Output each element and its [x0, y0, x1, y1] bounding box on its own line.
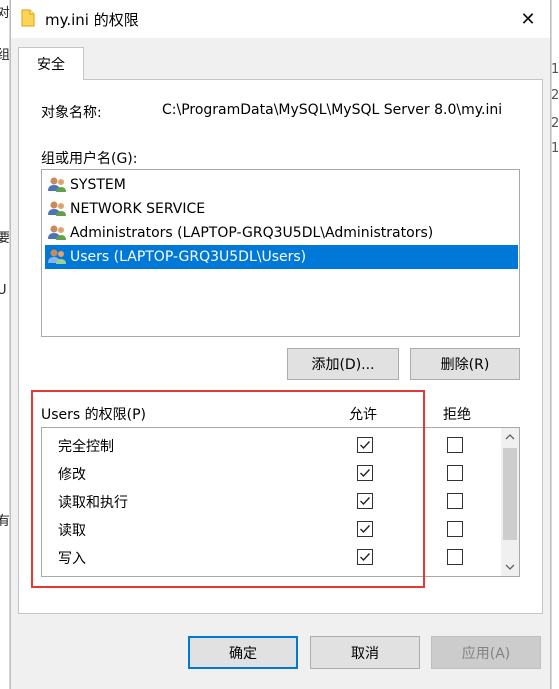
file-icon [21, 9, 35, 27]
background-glyph: 对 [0, 2, 9, 21]
permission-name: 读取和执行 [58, 495, 128, 511]
users-icon [48, 225, 66, 240]
list-item-label: NETWORK SERVICE [70, 201, 206, 217]
close-icon: ✕ [520, 8, 536, 30]
list-item-administrators[interactable]: Administrators (LAPTOP-GRQ3U5DL\Administ… [45, 221, 518, 245]
allow-column-header: 允许 [349, 407, 377, 423]
list-item-label: Administrators (LAPTOP-GRQ3U5DL\Administ… [70, 225, 434, 241]
window-title: my.ini 的权限 [45, 11, 139, 29]
deny-checkbox[interactable] [447, 521, 463, 537]
permission-name: 完全控制 [58, 439, 114, 455]
permissions-scrollbar[interactable] [501, 428, 519, 576]
background-glyph: 1 [551, 141, 559, 156]
list-item-system[interactable]: SYSTEM [45, 173, 518, 197]
group-list-label: 组或用户名(G): [41, 151, 138, 167]
background-glyph: 有 [0, 510, 9, 529]
background-glyph: 要 [0, 227, 9, 246]
users-icon [48, 249, 66, 264]
allow-checkbox[interactable] [357, 465, 373, 481]
background-window-right: 1 2 2 1 [551, 0, 559, 689]
users-icon [48, 201, 66, 216]
security-panel: 对象名称: C:\ProgramData\MySQL\MySQL Server … [18, 79, 543, 614]
permissions-label: Users 的权限(P) [41, 407, 147, 423]
deny-column-header: 拒绝 [443, 407, 471, 423]
deny-checkbox[interactable] [447, 437, 463, 453]
background-glyph: 2 [551, 116, 559, 131]
scroll-down-icon[interactable] [501, 558, 519, 576]
allow-checkbox[interactable] [357, 521, 373, 537]
allow-checkbox[interactable] [357, 493, 373, 509]
permission-row: 修改 [42, 460, 497, 488]
close-button[interactable]: ✕ [506, 0, 550, 38]
list-item-label: Users (LAPTOP-GRQ3U5DL\Users) [70, 249, 307, 265]
list-item-users[interactable]: Users (LAPTOP-GRQ3U5DL\Users) [45, 245, 518, 269]
permission-row: 读取 [42, 516, 497, 544]
remove-button[interactable]: 删除(R) [410, 348, 520, 380]
permissions-list: 完全控制 修改 读取和执行 读取 写入 [41, 427, 520, 577]
permission-row: 写入 [42, 544, 497, 572]
background-window-left: 对 组 要 U 有 [0, 0, 10, 689]
permissions-dialog: my.ini 的权限 ✕ 安全 对象名称: C:\ProgramData\MyS… [10, 0, 551, 689]
deny-checkbox[interactable] [447, 493, 463, 509]
background-glyph: 1 [551, 62, 559, 77]
deny-checkbox[interactable] [447, 465, 463, 481]
list-item-label: SYSTEM [70, 177, 126, 193]
deny-checkbox[interactable] [447, 549, 463, 565]
ok-button[interactable]: 确定 [188, 636, 298, 669]
title-bar[interactable]: my.ini 的权限 ✕ [11, 0, 550, 38]
allow-checkbox[interactable] [357, 549, 373, 565]
tab-security[interactable]: 安全 [18, 47, 84, 80]
object-name-value: C:\ProgramData\MySQL\MySQL Server 8.0\my… [162, 102, 503, 118]
group-user-list[interactable]: SYSTEM NETWORK SERVICE Administrators (L… [41, 169, 520, 337]
permission-name: 读取 [58, 523, 86, 539]
cancel-button[interactable]: 取消 [310, 636, 420, 669]
background-glyph: 2 [551, 88, 559, 103]
allow-checkbox[interactable] [357, 437, 373, 453]
permission-name: 修改 [58, 467, 86, 483]
background-glyph: 组 [0, 44, 9, 63]
add-button[interactable]: 添加(D)... [287, 348, 399, 380]
scroll-thumb[interactable] [503, 448, 517, 540]
permission-row: 完全控制 [42, 432, 497, 460]
list-item-network-service[interactable]: NETWORK SERVICE [45, 197, 518, 221]
background-glyph: U [0, 283, 7, 298]
users-icon [48, 177, 66, 192]
object-name-label: 对象名称: [41, 105, 102, 121]
apply-button[interactable]: 应用(A) [431, 636, 541, 669]
permission-row: 读取和执行 [42, 488, 497, 516]
scroll-up-icon[interactable] [501, 428, 519, 446]
permission-name: 写入 [58, 551, 86, 567]
